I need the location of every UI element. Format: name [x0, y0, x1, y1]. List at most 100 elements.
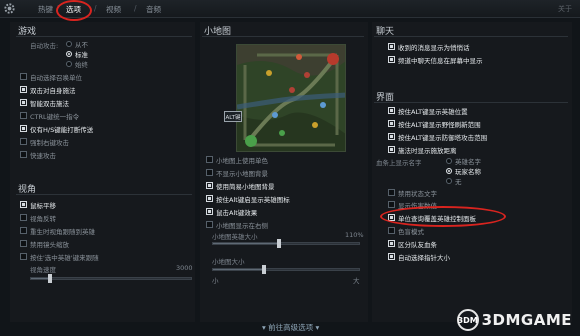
- radio-name-hero[interactable]: 英雄名字: [446, 156, 481, 166]
- checkbox-simple-minimap-bg[interactable]: 使用简易小地图背景: [206, 181, 275, 191]
- checkbox[interactable]: [388, 189, 395, 196]
- checkbox[interactable]: [388, 43, 395, 50]
- checkbox-smart-double-tap[interactable]: 智能双击施法: [20, 98, 69, 108]
- checkbox-minimap-right[interactable]: 小地图显示在右侧: [206, 220, 268, 230]
- checkbox-label: 按住ALT键显示防御塔攻击范围: [398, 133, 488, 142]
- checkbox-alt-hero-position[interactable]: 按住ALT键显示英雄位置: [388, 106, 468, 116]
- radio-button[interactable]: [66, 60, 72, 67]
- checkbox[interactable]: [20, 73, 27, 80]
- checkbox[interactable]: [20, 201, 27, 208]
- checkbox[interactable]: [206, 182, 213, 189]
- checkbox-label: 收到的消息显示为悄悄话: [398, 43, 470, 52]
- radio-name-none[interactable]: 无: [446, 176, 462, 186]
- checkbox-respawn-camera[interactable]: 重生时视角跟随到英雄: [20, 226, 95, 236]
- checkbox[interactable]: [20, 99, 27, 106]
- checkbox-auto-cursor-size[interactable]: 自动选择指针大小: [388, 252, 450, 262]
- checkbox[interactable]: [388, 227, 395, 234]
- checkbox[interactable]: [388, 56, 395, 63]
- checkbox-label: 色盲模式: [398, 227, 424, 236]
- checkbox[interactable]: [388, 107, 395, 114]
- radio-label: 从不: [75, 40, 88, 49]
- checkbox[interactable]: [20, 240, 27, 247]
- tab-video[interactable]: 视频: [106, 4, 121, 15]
- checkbox-disable-status-text[interactable]: 禁用状态文字: [388, 188, 437, 198]
- radio-label: 玩家名称: [455, 167, 481, 176]
- checkbox-cast-range[interactable]: 施法时显示施放距离: [388, 145, 457, 155]
- radio-autocast-never[interactable]: 从不: [66, 39, 88, 49]
- checkbox[interactable]: [206, 169, 213, 176]
- checkbox-minimap-mono[interactable]: 小地图上使用单色: [206, 155, 268, 165]
- slider-thumb[interactable]: [276, 239, 281, 248]
- advanced-options-link[interactable]: ▾ 前往高级选项 ▾: [262, 322, 319, 333]
- checkbox-auto-select-summons[interactable]: 自动选择召唤单位: [20, 72, 82, 82]
- checkbox-hold-to-follow[interactable]: 按住'选中英雄'键来跟随: [20, 252, 99, 262]
- checkbox-hs-interrupt-tp[interactable]: 仅有H/S键能打断传送: [20, 124, 94, 134]
- checkbox[interactable]: [20, 253, 27, 260]
- checkbox-alt-hero-icons[interactable]: 按住Alt键启显示英雄图标: [206, 194, 290, 204]
- tab-audio[interactable]: 音频: [146, 4, 161, 15]
- checkbox[interactable]: [388, 120, 395, 127]
- checkbox[interactable]: [388, 146, 395, 153]
- watermark-text: 3DMGAME: [481, 311, 572, 329]
- checkbox-ally-healthbars[interactable]: 区分队友血条: [388, 239, 437, 249]
- checkbox-quick-attack[interactable]: 快速攻击: [20, 150, 56, 160]
- autocast-label: 自动攻击:: [30, 42, 59, 50]
- camera-speed-slider[interactable]: [30, 274, 192, 283]
- checkbox[interactable]: [20, 125, 27, 132]
- checkbox[interactable]: [20, 138, 27, 145]
- checkbox-invert-camera[interactable]: 视角反转: [20, 213, 56, 223]
- checkbox-label: 按住Alt键启显示英雄图标: [216, 195, 290, 204]
- checkbox[interactable]: [20, 227, 27, 234]
- checkbox-channel-on-screen[interactable]: 频道中聊天信息在屏幕中显示: [388, 55, 483, 65]
- radio-button[interactable]: [446, 157, 452, 164]
- checkbox[interactable]: [388, 253, 395, 260]
- checkbox[interactable]: [20, 86, 27, 93]
- checkbox-label: 不显示小地图背景: [216, 169, 268, 178]
- hero-size-label: 小地图英雄大小: [212, 233, 258, 241]
- checkbox-label: 仅有H/S键能打断传送: [30, 125, 94, 134]
- hero-size-slider[interactable]: [212, 239, 360, 248]
- checkbox[interactable]: [388, 240, 395, 247]
- checkbox[interactable]: [206, 221, 213, 228]
- checkbox-force-right-click[interactable]: 强制右键攻击: [20, 137, 69, 147]
- checkbox-edge-pan[interactable]: 鼠标平移: [20, 200, 56, 210]
- slider-thumb[interactable]: [48, 274, 53, 283]
- checkbox[interactable]: [20, 112, 27, 119]
- slider-fill: [213, 243, 279, 244]
- checkbox-label: 快速攻击: [30, 151, 56, 160]
- checkbox-label: 使用简易小地图背景: [216, 182, 275, 191]
- checkbox-colorblind-mode[interactable]: 色盲模式: [388, 226, 424, 236]
- checkbox[interactable]: [206, 208, 213, 215]
- radio-autocast-standard[interactable]: 标准: [66, 49, 88, 59]
- checkbox[interactable]: [20, 151, 27, 158]
- about-label[interactable]: 关于: [558, 4, 572, 14]
- map-size-slider[interactable]: [212, 265, 360, 274]
- checkbox-alt-neutral-spawn[interactable]: 按住ALT键显示野怪刷新范围: [388, 119, 481, 129]
- radio-button[interactable]: [446, 167, 452, 174]
- checkbox-label: 鼠击Alt键效果: [216, 208, 258, 217]
- checkbox-double-tap-self-cast[interactable]: 双击对自身施法: [20, 85, 76, 95]
- checkbox-disable-zoom[interactable]: 禁用镜头缩放: [20, 239, 69, 249]
- alt-key-badge: ALT键: [224, 111, 242, 122]
- checkbox[interactable]: [388, 133, 395, 140]
- gear-icon[interactable]: [3, 2, 16, 15]
- checkbox[interactable]: [206, 156, 213, 163]
- checkbox-label: 双击对自身施法: [30, 86, 76, 95]
- radio-button[interactable]: [66, 50, 72, 57]
- checkbox-whisper-messages[interactable]: 收到的消息显示为悄悄话: [388, 42, 470, 52]
- checkbox[interactable]: [206, 195, 213, 202]
- radio-autocast-always[interactable]: 始终: [66, 59, 88, 69]
- checkbox-hide-minimap-bg[interactable]: 不显示小地图背景: [206, 168, 268, 178]
- checkbox-alt-effect[interactable]: 鼠击Alt键效果: [206, 207, 258, 217]
- radio-name-player[interactable]: 玩家名称: [446, 166, 481, 176]
- tab-hotkeys[interactable]: 热键: [38, 4, 53, 15]
- checkbox-ctrl-unified-orders[interactable]: CTRL键统一指令: [20, 111, 79, 121]
- radio-button[interactable]: [446, 177, 452, 184]
- checkbox-label: 自动选择召唤单位: [30, 73, 82, 82]
- radio-button[interactable]: [66, 40, 72, 47]
- checkbox[interactable]: [20, 214, 27, 221]
- checkbox-alt-tower-range[interactable]: 按住ALT键显示防御塔攻击范围: [388, 132, 488, 142]
- checkbox-label: 强制右键攻击: [30, 138, 69, 147]
- checkbox[interactable]: [388, 201, 395, 208]
- slider-thumb[interactable]: [262, 265, 267, 274]
